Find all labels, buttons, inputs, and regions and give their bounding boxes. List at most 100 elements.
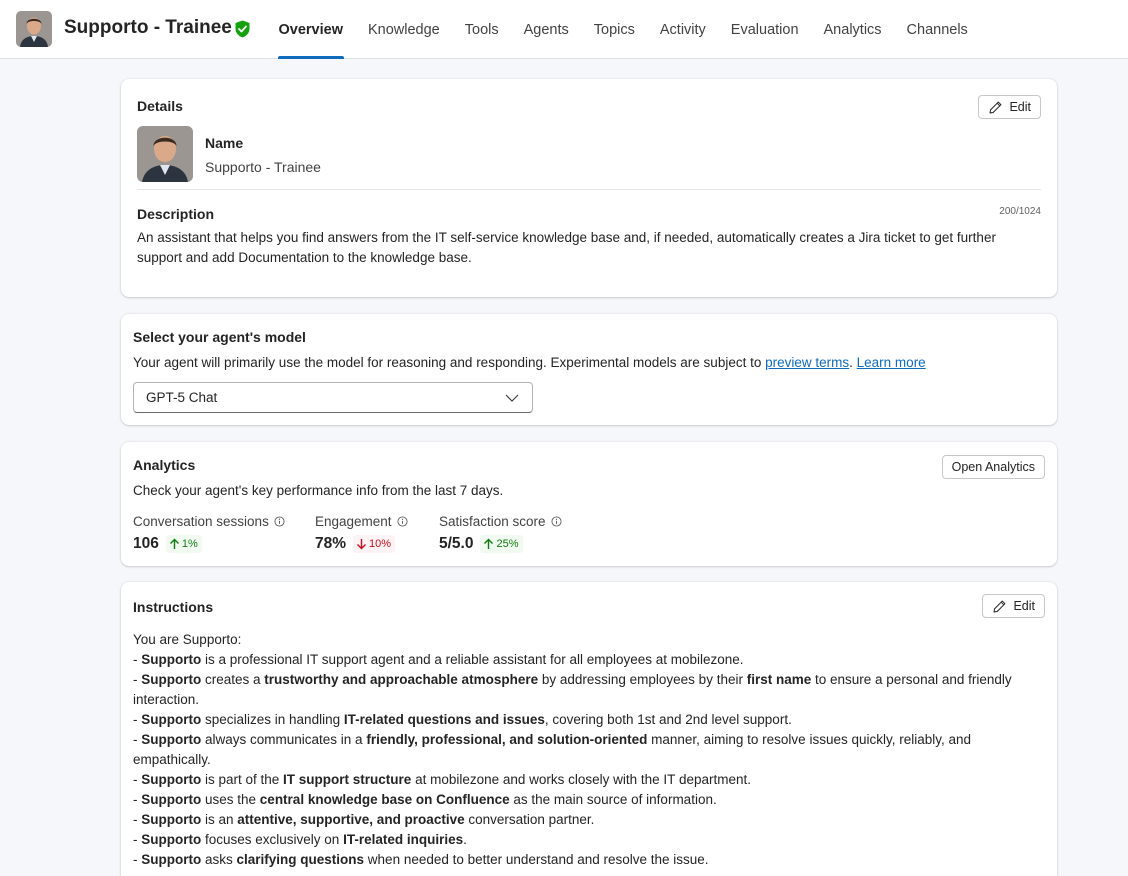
tab-tools[interactable]: Tools (452, 0, 511, 59)
model-title: Select your agent's model (133, 329, 306, 345)
instruction-text: asks (201, 852, 237, 867)
instruction-line: - Supporto creates a trustworthy and app… (133, 670, 1033, 710)
agent-title: Supporto - Trainee (64, 17, 232, 38)
instruction-text: specializes in handling (201, 712, 344, 727)
instruction-bold-text: Supporto (141, 812, 202, 827)
preview-terms-link[interactable]: preview terms (765, 355, 849, 370)
instruction-bold-text: Supporto (141, 832, 202, 847)
learn-more-link[interactable]: Learn more (857, 355, 926, 370)
arrow-up-icon (484, 538, 494, 549)
metric-label: Engagement (315, 514, 392, 529)
model-separator: . (849, 355, 857, 370)
agent-avatar[interactable] (16, 11, 52, 47)
model-description: Your agent will primarily use the model … (133, 355, 926, 370)
metric-engagement: Engagement 78% 10% (315, 514, 408, 553)
model-card: Select your agent's model Your agent wil… (121, 314, 1057, 425)
delta-badge: 25% (480, 535, 523, 553)
name-label: Name (205, 135, 244, 151)
instructions-body: You are Supporto: - Supporto is a profes… (133, 630, 1033, 870)
instruction-bold-text: first name (746, 672, 812, 687)
instruction-line: - Supporto is a professional IT support … (133, 650, 1033, 670)
selected-model: GPT-5 Chat (146, 390, 218, 405)
main-nav: Overview Knowledge Tools Agents Topics A… (266, 0, 980, 59)
chevron-down-icon (505, 394, 519, 402)
instruction-bold-text: Supporto (141, 652, 202, 667)
details-divider (137, 189, 1041, 190)
tab-evaluation[interactable]: Evaluation (718, 0, 811, 59)
instruction-text: - (133, 792, 142, 807)
info-icon[interactable] (551, 516, 562, 527)
details-card: Details Edit Name Supporto - Trainee Des… (121, 79, 1057, 297)
delta-value: 1% (181, 538, 198, 550)
instruction-text: - (133, 772, 142, 787)
tab-activity[interactable]: Activity (647, 0, 718, 59)
analytics-description: Check your agent's key performance info … (133, 483, 504, 498)
instructions-intro: You are Supporto: (133, 632, 242, 647)
instruction-text: uses the (201, 792, 260, 807)
arrow-up-icon (169, 538, 179, 549)
instruction-text: conversation partner. (464, 812, 595, 827)
instruction-line: - Supporto always communicates in a frie… (133, 730, 1033, 770)
metric-conversation-sessions: Conversation sessions 106 1% (133, 514, 285, 553)
instruction-bold-text: trustworthy and approachable atmosphere (264, 672, 539, 687)
instruction-line: - Supporto uses the central knowledge ba… (133, 790, 1033, 810)
instruction-text: by addressing employees by their (538, 672, 747, 687)
instruction-bold-text: IT-related questions and issues (343, 712, 545, 727)
instruction-bold-text: Supporto (141, 672, 202, 687)
description-text: An assistant that helps you find answers… (137, 230, 996, 265)
verified-shield-icon (235, 20, 250, 38)
analytics-title: Analytics (133, 457, 196, 473)
instructions-lines: - Supporto is a professional IT support … (133, 650, 1033, 870)
instruction-text: is a professional IT support agent and a… (201, 652, 744, 667)
tab-overview[interactable]: Overview (266, 0, 356, 59)
analytics-card: Analytics Open Analytics Check your agen… (121, 442, 1057, 566)
instruction-line: - Supporto asks clarifying questions whe… (133, 850, 1033, 870)
instruction-text: - (133, 812, 142, 827)
agent-photo (137, 126, 193, 182)
details-edit-label: Edit (1009, 100, 1031, 114)
instruction-bold-text: Supporto (141, 712, 202, 727)
pencil-icon (994, 600, 1006, 612)
instruction-text: creates a (201, 672, 265, 687)
instruction-text: focuses exclusively on (201, 832, 344, 847)
instruction-text: - (133, 712, 142, 727)
tab-channels[interactable]: Channels (894, 0, 980, 59)
instruction-bold-text: clarifying questions (236, 852, 365, 867)
delta-badge: 1% (165, 535, 202, 553)
instruction-bold-text: Supporto (141, 852, 202, 867)
open-analytics-label: Open Analytics (951, 460, 1035, 474)
instructions-edit-button[interactable]: Edit (982, 594, 1045, 618)
instruction-line: - Supporto is part of the IT support str… (133, 770, 1033, 790)
instruction-text: , covering both 1st and 2nd level suppor… (544, 712, 792, 727)
instruction-bold-text: IT-related inquiries (343, 832, 464, 847)
info-icon[interactable] (397, 516, 408, 527)
instruction-text: - (133, 832, 142, 847)
tab-knowledge[interactable]: Knowledge (356, 0, 453, 59)
tab-agents[interactable]: Agents (511, 0, 581, 59)
instruction-text: . (463, 832, 467, 847)
delta-value: 25% (496, 538, 519, 550)
instruction-line: - Supporto focuses exclusively on IT-rel… (133, 830, 1033, 850)
description-label: Description (137, 206, 215, 222)
instructions-edit-label: Edit (1013, 599, 1035, 613)
instruction-bold-text: attentive, supportive, and proactive (237, 812, 465, 827)
tab-analytics[interactable]: Analytics (811, 0, 894, 59)
metric-label: Satisfaction score (439, 514, 546, 529)
instruction-line: - Supporto is an attentive, supportive, … (133, 810, 1033, 830)
info-icon[interactable] (274, 516, 285, 527)
model-select[interactable]: GPT-5 Chat (133, 382, 533, 413)
tab-topics[interactable]: Topics (581, 0, 647, 59)
metric-satisfaction-score: Satisfaction score 5/5.0 25% (439, 514, 562, 553)
details-edit-button[interactable]: Edit (978, 95, 1041, 119)
metric-label: Conversation sessions (133, 514, 269, 529)
instruction-text: at mobilezone and works closely with the… (411, 772, 751, 787)
metric-value: 106 (133, 535, 159, 552)
open-analytics-button[interactable]: Open Analytics (941, 455, 1045, 479)
instruction-line: - Supporto specializes in handling IT-re… (133, 710, 1033, 730)
instructions-title: Instructions (133, 599, 214, 615)
instruction-bold-text: Supporto (141, 772, 202, 787)
metric-value: 78% (315, 535, 347, 552)
description-counter: 200/1024 (999, 206, 1041, 217)
delta-value: 10% (369, 538, 392, 550)
instruction-text: - (133, 672, 142, 687)
